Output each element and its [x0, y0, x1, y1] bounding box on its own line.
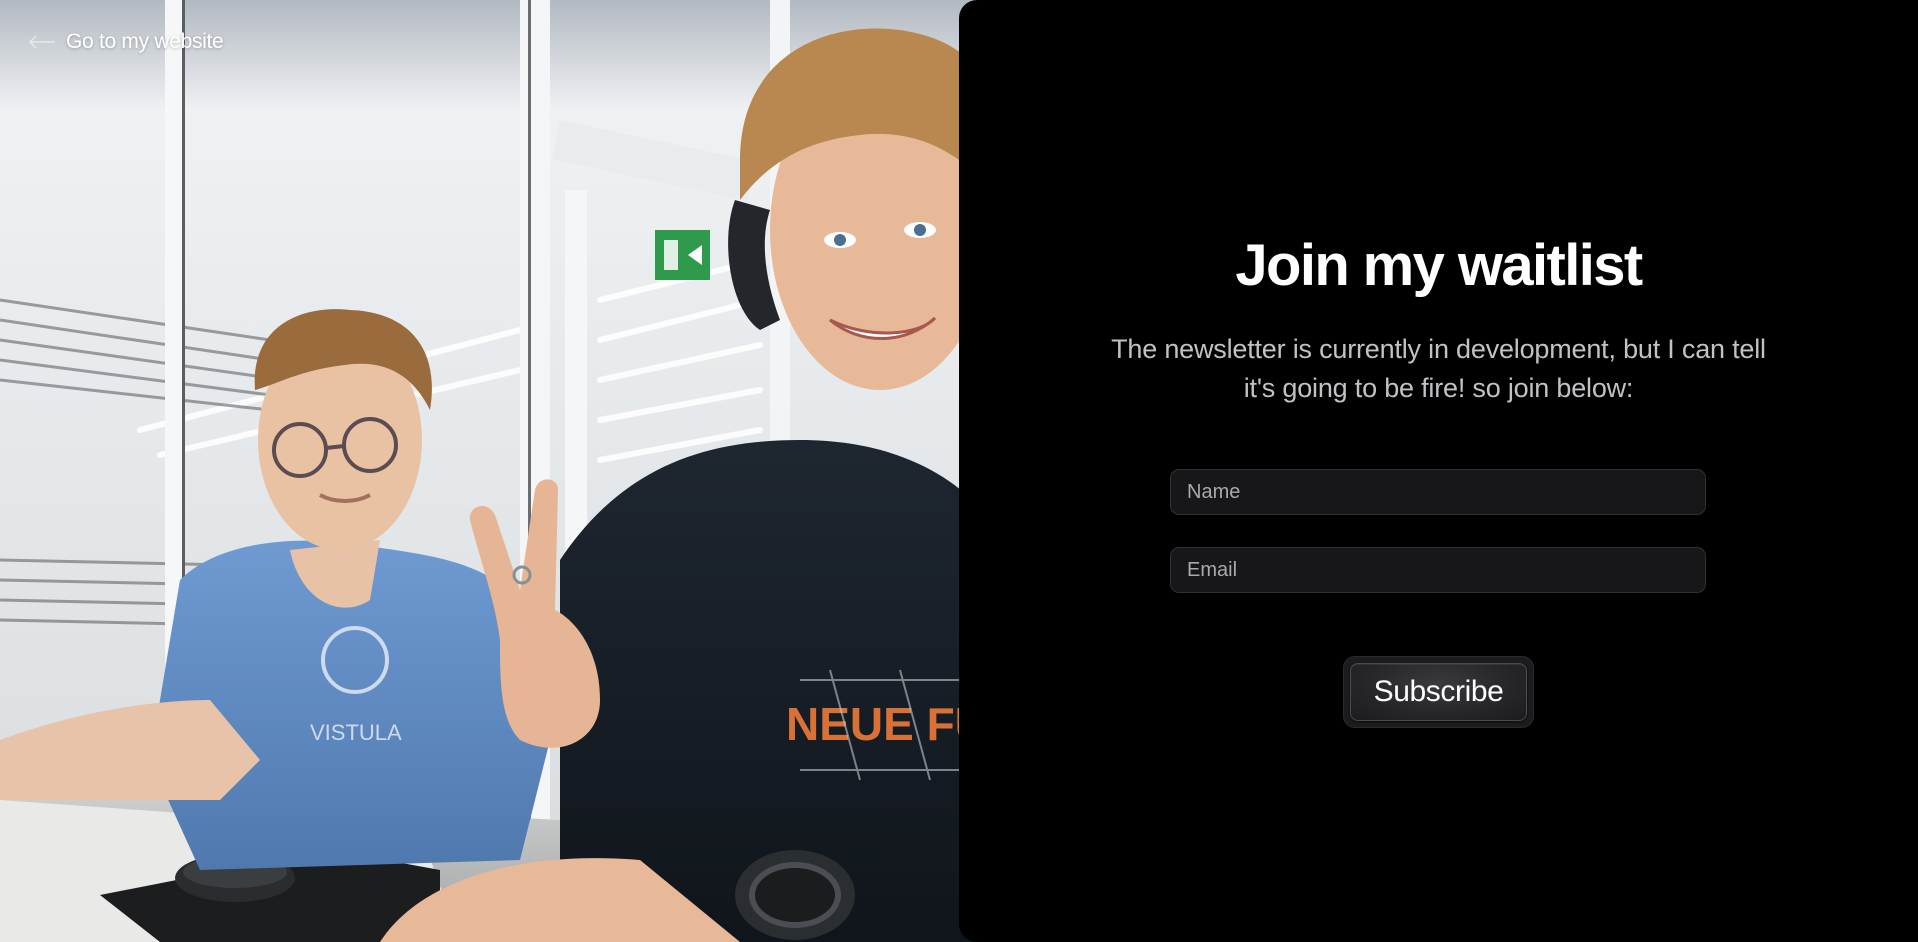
waitlist-panel: Join my waitlist The newsletter is curre… — [959, 0, 1918, 942]
arrow-left-icon — [28, 35, 56, 49]
svg-text:VISTULA: VISTULA — [310, 720, 402, 745]
back-link-label: Go to my website — [66, 30, 224, 53]
subscribe-button-frame: Subscribe — [1343, 656, 1534, 728]
email-input[interactable] — [1170, 547, 1706, 593]
waitlist-title: Join my waitlist — [1235, 233, 1643, 298]
photo-illustration: VISTULA NEUE FUTUR — [0, 0, 990, 942]
waitlist-page: VISTULA NEUE FUTUR — [0, 0, 1918, 942]
name-input[interactable] — [1170, 469, 1706, 515]
hero-photo: VISTULA NEUE FUTUR — [0, 0, 990, 942]
back-to-website-link[interactable]: Go to my website — [28, 30, 224, 54]
waitlist-subtitle: The newsletter is currently in developme… — [1111, 334, 1766, 403]
subscribe-button[interactable]: Subscribe — [1350, 663, 1527, 721]
